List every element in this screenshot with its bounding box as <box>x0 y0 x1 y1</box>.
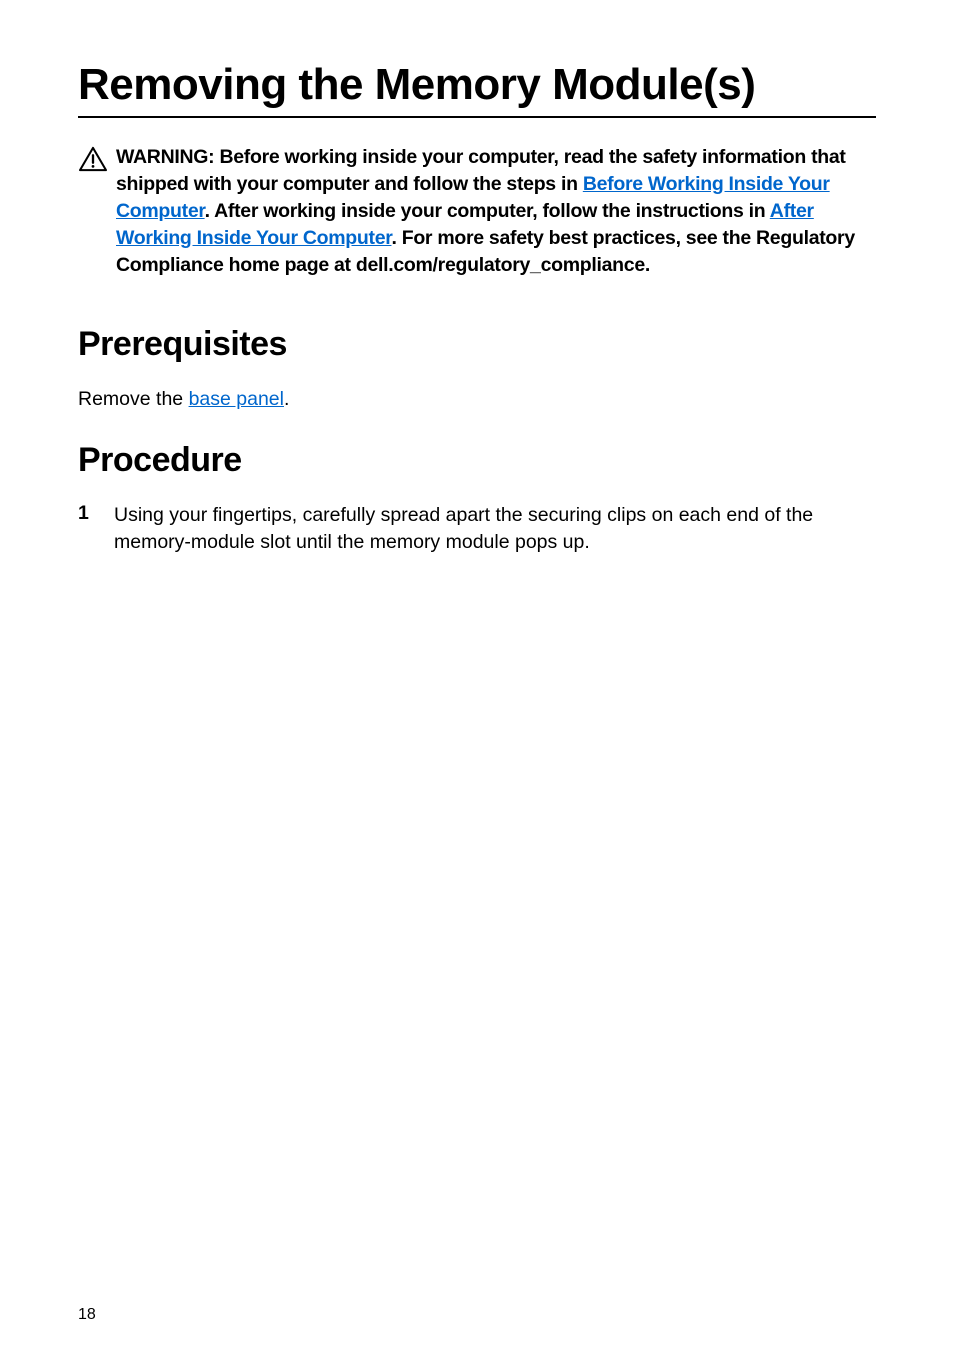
title-divider <box>78 116 876 118</box>
prerequisites-text: Remove the base panel. <box>78 386 876 413</box>
warning-mid1: . After working inside your computer, fo… <box>205 200 770 222</box>
prerequisites-heading: Prerequisites <box>78 325 876 364</box>
step-text: Using your fingertips, carefully spread … <box>114 502 876 557</box>
prereq-prefix: Remove the <box>78 388 189 410</box>
warning-icon-wrap <box>78 144 116 177</box>
procedure-heading: Procedure <box>78 441 876 480</box>
page-title: Removing the Memory Module(s) <box>78 62 876 108</box>
warning-block: WARNING: Before working inside your comp… <box>78 144 876 279</box>
procedure-step: 1 Using your fingertips, carefully sprea… <box>78 502 876 557</box>
warning-triangle-icon <box>78 146 108 172</box>
step-number: 1 <box>78 502 114 525</box>
link-base-panel[interactable]: base panel <box>189 388 284 410</box>
page-number: 18 <box>78 1306 96 1324</box>
warning-text: WARNING: Before working inside your comp… <box>116 144 876 279</box>
prereq-suffix: . <box>284 388 289 410</box>
